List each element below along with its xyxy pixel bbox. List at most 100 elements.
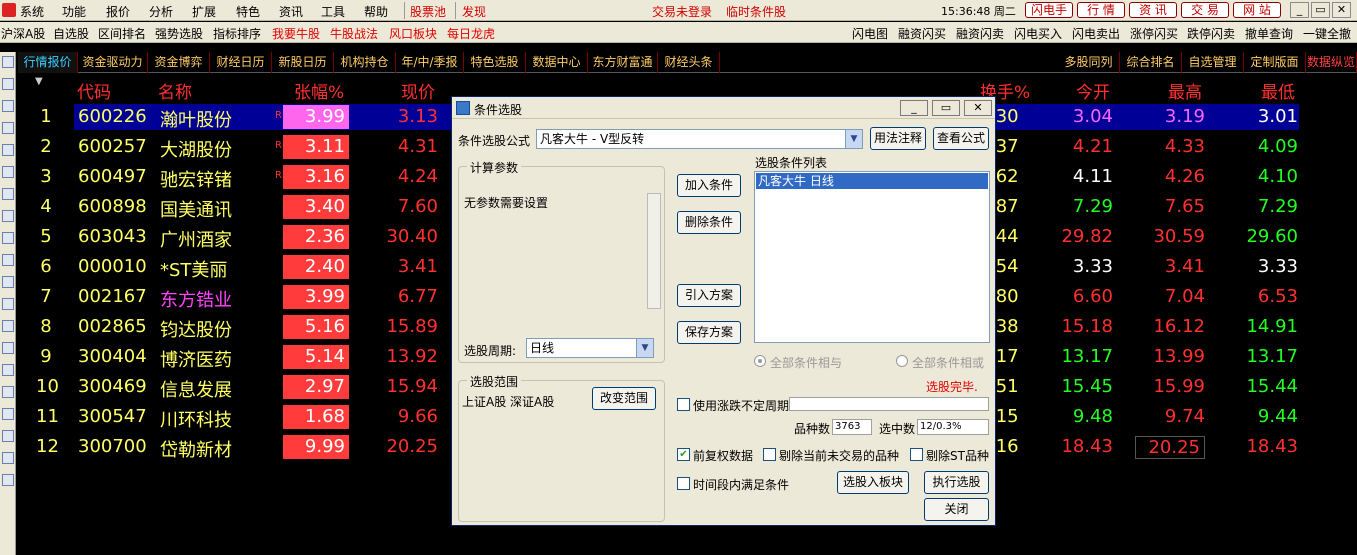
stock-name[interactable]: 川环科技 — [160, 406, 232, 432]
stock-code[interactable]: 600257 — [78, 136, 147, 157]
toolbar-cancel-query[interactable]: 撤单查询 — [1245, 25, 1293, 42]
toolbar-margin-buy[interactable]: 融资闪买 — [898, 25, 946, 42]
usage-note-button[interactable]: 用法注释 — [870, 127, 926, 150]
view-formula-button[interactable]: 查看公式 — [933, 127, 989, 150]
change-pct[interactable]: 2.40 — [283, 255, 349, 279]
toolbar-margin-sell[interactable]: 融资闪卖 — [956, 25, 1004, 42]
dialog-minimize-icon[interactable]: _ — [900, 100, 928, 116]
stock-name[interactable]: 瀚叶股份 — [160, 106, 232, 132]
stock-code[interactable]: 600226 — [78, 106, 147, 127]
sidebar-tool-icon[interactable] — [2, 144, 14, 156]
sidebar-tool-icon[interactable] — [2, 408, 14, 420]
news-button[interactable]: 资 讯 — [1129, 2, 1177, 18]
temp-condition-status[interactable]: 临时条件股 — [726, 3, 786, 20]
toolbar-bull-stocks[interactable]: 我要牛股 — [272, 25, 320, 42]
low-price[interactable]: 6.53 — [1228, 286, 1298, 307]
sidebar-tool-icon[interactable] — [2, 430, 14, 442]
menu-stock-pool[interactable]: 股票池 — [410, 3, 446, 20]
open-price[interactable]: 15.18 — [1043, 316, 1113, 337]
tab-watchlist-manage[interactable]: 自选管理 — [1182, 52, 1244, 73]
toolbar-limitdown-sell[interactable]: 跌停闪卖 — [1187, 25, 1235, 42]
low-price[interactable]: 7.29 — [1228, 196, 1298, 217]
sidebar-tool-icon[interactable] — [2, 474, 14, 486]
toolbar-cancel-all[interactable]: 一键全撤 — [1303, 25, 1351, 42]
current-price[interactable]: 3.41 — [368, 256, 438, 277]
header-price[interactable]: 现价 — [401, 78, 435, 103]
current-price[interactable]: 6.77 — [368, 286, 438, 307]
to-block-button[interactable]: 选股入板块 — [837, 471, 909, 494]
menu-tools[interactable]: 工具 — [321, 3, 345, 20]
tab-headlines[interactable]: 财经头条 — [658, 52, 720, 73]
open-price[interactable]: 9.48 — [1043, 406, 1113, 427]
stock-code[interactable]: 300547 — [78, 406, 147, 427]
tab-custom-layout[interactable]: 定制版面 — [1244, 52, 1306, 73]
high-price[interactable]: 15.99 — [1135, 376, 1205, 397]
tab-data-overview[interactable]: 数据纵览 — [1306, 52, 1357, 73]
sidebar-tool-icon[interactable] — [2, 364, 14, 376]
pre-adjust-checkbox[interactable]: ✔ — [677, 448, 690, 461]
current-price[interactable]: 15.89 — [368, 316, 438, 337]
header-low[interactable]: 最低 — [1261, 78, 1295, 103]
high-price[interactable]: 13.99 — [1135, 346, 1205, 367]
open-price[interactable]: 4.21 — [1043, 136, 1113, 157]
low-price[interactable]: 9.44 — [1228, 406, 1298, 427]
row-index[interactable]: 12 — [36, 436, 59, 457]
change-pct[interactable]: 3.16 — [283, 165, 349, 189]
save-plan-button[interactable]: 保存方案 — [677, 321, 741, 344]
trade-button[interactable]: 交 易 — [1181, 2, 1229, 18]
toolbar-watchlist[interactable]: 自选股 — [53, 25, 89, 42]
toolbar-range-rank[interactable]: 区间排名 — [98, 25, 146, 42]
menu-news[interactable]: 资讯 — [279, 3, 303, 20]
tab-feature-picks[interactable]: 特色选股 — [464, 52, 526, 73]
sidebar-tool-icon[interactable] — [2, 188, 14, 200]
row-index[interactable]: 3 — [36, 166, 56, 187]
row-index[interactable]: 7 — [36, 286, 56, 307]
change-pct[interactable]: 5.16 — [283, 315, 349, 339]
stock-code[interactable]: 002167 — [78, 286, 147, 307]
row-index[interactable]: 8 — [36, 316, 56, 337]
stock-code[interactable]: 300469 — [78, 376, 147, 397]
toolbar-flash-buy[interactable]: 闪电买入 — [1014, 25, 1062, 42]
stock-name[interactable]: 驰宏锌锗 — [160, 166, 232, 192]
minimize-icon[interactable]: _ — [1290, 2, 1309, 18]
open-price[interactable]: 29.82 — [1043, 226, 1113, 247]
variable-period-checkbox[interactable] — [677, 398, 690, 411]
toolbar-bull-tactics[interactable]: 牛股战法 — [330, 25, 378, 42]
stock-code[interactable]: 600497 — [78, 166, 147, 187]
change-range-button[interactable]: 改变范围 — [592, 387, 656, 410]
current-price[interactable]: 7.60 — [368, 196, 438, 217]
high-price[interactable]: 9.74 — [1135, 406, 1205, 427]
login-status[interactable]: 交易未登录 — [652, 3, 712, 20]
menu-discover[interactable]: 发现 — [462, 3, 486, 20]
flash-hand-button[interactable]: 闪电手 — [1025, 2, 1073, 18]
high-price[interactable]: 16.12 — [1135, 316, 1205, 337]
sidebar-tool-icon[interactable] — [2, 100, 14, 112]
restore-icon[interactable]: ▭ — [1311, 2, 1330, 18]
toolbar-limitup-buy[interactable]: 涨停闪买 — [1130, 25, 1178, 42]
menu-extend[interactable]: 扩展 — [192, 3, 216, 20]
tab-reports[interactable]: 年/中/季报 — [396, 52, 464, 73]
sidebar-tool-icon[interactable] — [2, 342, 14, 354]
stock-name[interactable]: 信息发展 — [160, 376, 232, 402]
row-index[interactable]: 10 — [36, 376, 59, 397]
low-price[interactable]: 13.17 — [1228, 346, 1298, 367]
stock-name[interactable]: 广州酒家 — [160, 226, 232, 252]
open-price[interactable]: 4.11 — [1043, 166, 1113, 187]
high-price[interactable]: 3.41 — [1135, 256, 1205, 277]
row-index[interactable]: 1 — [36, 106, 56, 127]
menu-quote[interactable]: 报价 — [106, 3, 130, 20]
toolbar-hs-a-shares[interactable]: 沪深A股 — [1, 25, 45, 42]
tab-institution-holding[interactable]: 机构持仓 — [334, 52, 396, 73]
exclude-untraded-checkbox[interactable] — [763, 448, 776, 461]
menu-function[interactable]: 功能 — [62, 3, 86, 20]
stock-name[interactable]: 钧达股份 — [160, 316, 232, 342]
toolbar-flash-chart[interactable]: 闪电图 — [852, 25, 888, 42]
header-name[interactable]: 名称 — [158, 78, 192, 103]
dialog-restore-icon[interactable]: ▭ — [932, 100, 960, 116]
low-price[interactable]: 14.91 — [1228, 316, 1298, 337]
open-price[interactable]: 3.04 — [1043, 106, 1113, 127]
sidebar-tool-icon[interactable] — [2, 452, 14, 464]
website-button[interactable]: 网 站 — [1233, 2, 1281, 18]
menu-help[interactable]: 帮助 — [364, 3, 388, 20]
high-price[interactable]: 3.19 — [1135, 106, 1205, 127]
